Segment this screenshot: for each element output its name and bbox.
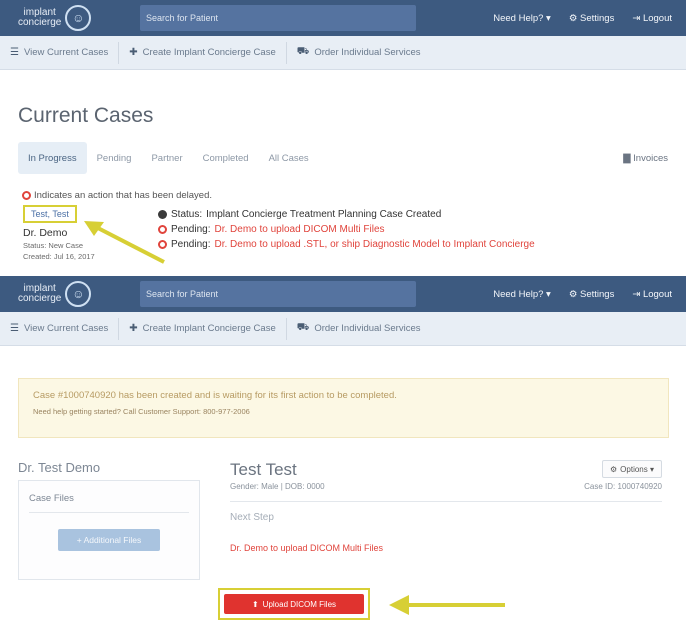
doctor-name: Dr. Test Demo — [18, 460, 101, 475]
case-detail-panel: implant concierge ☺ Search for Patient N… — [0, 276, 686, 629]
tab-completed[interactable]: Completed — [193, 142, 259, 174]
status-line: Pending: Dr. Demo to upload DICOM Multi … — [158, 222, 535, 237]
alert-circle-icon — [22, 191, 31, 200]
search-placeholder: Search for Patient — [146, 289, 219, 299]
case-detail: Dr. Test Demo Case Files + Additional Fi… — [0, 438, 686, 608]
upload-icon: ⬆ — [251, 599, 259, 609]
cart-icon: ⛟ — [296, 322, 310, 333]
gender-dob: Gender: Male | DOB: 0000 — [230, 482, 325, 491]
settings-link[interactable]: ⚙ Settings — [569, 289, 614, 300]
logout-link[interactable]: ⇥ Logout — [632, 289, 672, 300]
search-input[interactable]: Search for Patient — [140, 281, 416, 307]
view-current-cases-link[interactable]: ☰ View Current Cases — [0, 317, 120, 340]
yellow-arrow-annotation — [84, 221, 165, 264]
cart-icon: ⛟ — [296, 46, 310, 57]
order-services-link[interactable]: ⛟ Order Individual Services — [287, 42, 431, 64]
add-files-button[interactable]: + Additional Files — [58, 529, 160, 551]
case-patient-link[interactable]: Test, Test — [23, 205, 77, 223]
gear-icon: ⚙ — [610, 464, 618, 474]
case-files-panel: Case Files + Additional Files — [18, 480, 200, 580]
list-icon: ☰ — [10, 47, 19, 58]
options-button[interactable]: ⚙ Options ▾ — [602, 460, 662, 478]
upload-dicom-button[interactable]: ⬆ Upload DICOM Files — [224, 594, 364, 614]
order-services-link[interactable]: ⛟ Order Individual Services — [287, 318, 431, 340]
tab-pending[interactable]: Pending — [87, 142, 142, 174]
sub-navigation: ☰ View Current Cases ✚ Create Implant Conc… — [0, 36, 686, 70]
document-icon: ▇ — [623, 152, 634, 164]
gear-icon: ⚙ — [568, 288, 580, 300]
tab-partner[interactable]: Partner — [141, 142, 192, 174]
sub-navigation: ☰ View Current Cases ✚ Create Implant Conc… — [0, 312, 686, 346]
create-case-link[interactable]: ✚ Create Implant Concierge Case — [119, 41, 287, 64]
list-icon: ☰ — [10, 323, 19, 334]
upload-highlight: ⬆ Upload DICOM Files — [218, 588, 370, 620]
brand-logo-icon: ☺ — [65, 281, 92, 307]
case-files-title: Case Files — [29, 493, 189, 513]
top-navbar: implant concierge ☺ Search for Patient N… — [0, 0, 686, 36]
delayed-note: Indicates an action that has been delaye… — [34, 190, 212, 201]
gear-icon: ⚙ — [568, 12, 580, 24]
logout-link[interactable]: ⇥ Logout — [632, 13, 672, 24]
need-help-menu[interactable]: Need Help? ▾ — [493, 13, 551, 24]
create-case-link[interactable]: ✚ Create Implant Concierge Case — [119, 317, 287, 340]
brand-logo-icon: ☺ — [65, 5, 92, 31]
case-status-list: Status: Implant Concierge Treatment Plan… — [158, 207, 535, 252]
case-created-alert: Case #1000740920 has been created and is… — [18, 378, 669, 438]
brand[interactable]: implant concierge ☺ — [0, 0, 140, 36]
page-title: Current Cases — [18, 104, 154, 127]
next-action-text: Dr. Demo to upload DICOM Multi Files — [230, 543, 384, 553]
alert-sub-text: Need help getting started? Call Customer… — [33, 407, 250, 416]
alert-main-text: Case #1000740920 has been created and is… — [33, 390, 397, 401]
brand-line2: concierge — [18, 17, 62, 28]
settings-link[interactable]: ⚙ Settings — [569, 13, 614, 24]
brand-line2: concierge — [18, 293, 62, 304]
status-line: Pending: Dr. Demo to upload .STL, or shi… — [158, 237, 535, 252]
need-help-menu[interactable]: Need Help? ▾ — [493, 289, 551, 300]
view-current-cases-link[interactable]: ☰ View Current Cases — [0, 41, 120, 64]
tab-in-progress[interactable]: In Progress — [18, 142, 87, 174]
plus-icon: ✚ — [129, 323, 138, 334]
brand[interactable]: implant concierge ☺ — [0, 276, 140, 312]
logout-icon: ⇥ — [632, 12, 643, 24]
logout-icon: ⇥ — [632, 288, 643, 300]
search-input[interactable]: Search for Patient — [140, 5, 416, 31]
case-id: Case ID: 1000740920 — [584, 482, 662, 491]
yellow-arrow-annotation — [389, 595, 505, 615]
tab-all-cases[interactable]: All Cases — [259, 142, 319, 174]
delayed-legend: Indicates an action that has been delaye… — [22, 190, 686, 201]
search-placeholder: Search for Patient — [146, 13, 219, 23]
plus-icon: ✚ — [129, 47, 138, 58]
top-navbar: implant concierge ☺ Search for Patient N… — [0, 276, 686, 312]
next-step-label: Next Step — [230, 512, 274, 523]
invoices-link[interactable]: ▇ Invoices — [623, 153, 668, 164]
patient-panel: Test Test ⚙ Options ▾ Gender: Male | DOB… — [230, 460, 662, 553]
current-cases-panel: implant concierge ☺ Search for Patient N… — [0, 0, 686, 272]
patient-name: Test Test — [230, 460, 297, 479]
status-line: Status: Implant Concierge Treatment Plan… — [158, 207, 535, 222]
case-tabs: In Progress Pending Partner Completed Al… — [18, 142, 668, 174]
